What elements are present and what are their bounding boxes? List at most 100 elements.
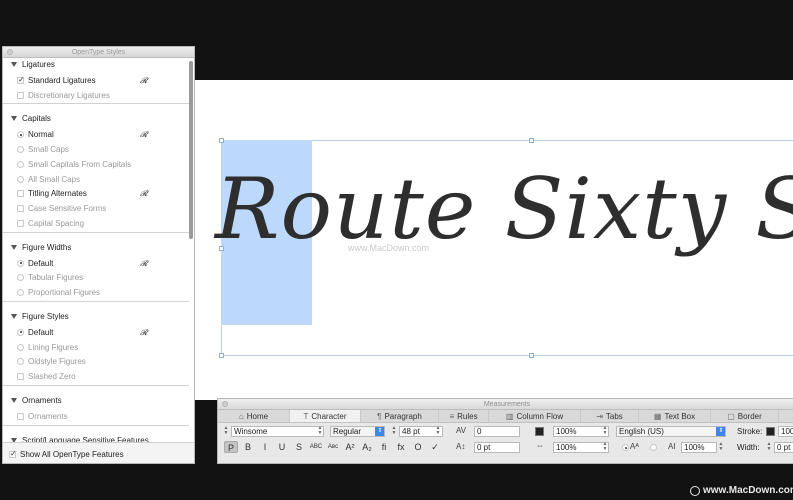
subscript-style-button[interactable]: A₂ [360, 441, 374, 453]
superior-style-button[interactable]: fx [394, 441, 408, 453]
tracking-field[interactable]: 0 [474, 426, 520, 437]
section-header[interactable]: Ornaments [11, 396, 62, 405]
stepper-icon[interactable]: ▲ ▼ [718, 442, 724, 453]
checkbox[interactable] [17, 373, 24, 381]
radio-button[interactable] [17, 131, 24, 139]
feature-option[interactable]: Discretionary Ligatures [17, 91, 110, 100]
stroke-color-swatch[interactable] [766, 427, 775, 436]
disclosure-triangle-icon[interactable] [11, 314, 17, 319]
disclosure-triangle-icon[interactable] [11, 116, 17, 122]
vertical-radio[interactable] [650, 444, 657, 451]
stepper-icon[interactable]: ▲ ▼ [391, 426, 397, 437]
chevron-down-icon[interactable]: ▲ ▼ [317, 426, 323, 437]
feature-option[interactable]: Capital Spacing [17, 219, 84, 228]
tab-column-flow[interactable]: ▥ Column Flow [489, 410, 581, 422]
checkbox[interactable] [9, 449, 17, 458]
section-header[interactable]: Figure Widths [11, 243, 71, 252]
scale-field[interactable]: 100% [553, 442, 609, 453]
feature-option[interactable]: All Small Caps [17, 175, 80, 184]
chevron-down-icon[interactable]: ⇕ [716, 427, 725, 436]
width-field[interactable]: 0 pt [774, 442, 793, 453]
chevron-down-icon[interactable]: ⇕ [375, 427, 384, 436]
tab-tabs[interactable]: ⇥ Tabs [581, 410, 639, 422]
tab-home[interactable]: ⌂ Home [218, 410, 290, 422]
panel-titlebar[interactable]: OpenType Styles [3, 47, 194, 58]
document-text[interactable]: Route Sixty Six [215, 160, 793, 290]
stepper-icon[interactable]: ▲ ▼ [766, 442, 772, 453]
radio-button[interactable] [17, 289, 24, 297]
section-header[interactable]: Capitals [11, 114, 51, 123]
disclosure-triangle-icon[interactable] [11, 244, 17, 250]
font-style-select[interactable]: Regular ⇕ [330, 426, 385, 437]
italic-style-button[interactable]: I [258, 441, 272, 453]
font-field[interactable]: Winsome [231, 426, 324, 437]
shade-field[interactable]: 100% [553, 426, 609, 437]
section-header[interactable]: Ligatures [11, 60, 55, 69]
radio-button[interactable] [17, 259, 24, 267]
feature-option[interactable]: Titling Alternates [17, 189, 87, 198]
stepper-icon[interactable]: ▲ ▼ [602, 442, 608, 453]
ligatures-style-button[interactable]: ﬁ [377, 441, 391, 453]
stepper-icon[interactable]: ▲ ▼ [602, 426, 608, 437]
feature-option[interactable]: Normal [17, 130, 54, 139]
feature-option[interactable]: Lining Figures [17, 343, 78, 352]
checkbox[interactable] [17, 412, 24, 420]
close-icon[interactable] [222, 401, 228, 407]
feature-option[interactable]: Slashed Zero [17, 372, 76, 381]
resize-handle-top[interactable] [529, 138, 534, 143]
radio-button[interactable] [17, 343, 24, 351]
radio-button[interactable] [17, 274, 24, 282]
radio-button[interactable] [17, 175, 24, 183]
checkbox[interactable] [17, 91, 24, 99]
radio-button[interactable] [17, 160, 24, 168]
baseline-shift-field[interactable]: 0 pt [474, 442, 520, 453]
shadow-style-button[interactable]: ✓ [428, 441, 442, 453]
feature-option[interactable]: Standard Ligatures [17, 75, 96, 85]
language-select[interactable]: English (US) ⇕ [616, 426, 726, 437]
resize-handle-tl[interactable] [219, 138, 224, 143]
all-caps-style-button[interactable]: ABC [309, 441, 323, 453]
feature-option[interactable]: Proportional Figures [17, 288, 100, 297]
tab-border[interactable]: ▢ Border [711, 410, 779, 422]
opacity-field[interactable]: 100% [681, 442, 717, 453]
radio-button[interactable] [17, 328, 24, 336]
checkbox[interactable] [17, 75, 25, 84]
feature-option[interactable]: Case Sensitive Forms [17, 204, 106, 213]
disclosure-triangle-icon[interactable] [11, 62, 17, 67]
outline-style-button[interactable]: O [411, 441, 425, 453]
stroke-field[interactable]: 100 [778, 426, 793, 437]
close-icon[interactable] [7, 49, 13, 55]
horizontal-radio[interactable] [622, 444, 629, 451]
radio-button[interactable] [17, 146, 24, 153]
bold-style-button[interactable]: B [241, 441, 255, 453]
superscript-style-button[interactable]: A² [343, 441, 357, 453]
show-all-features-toggle[interactable]: Show All OpenType Features [9, 449, 124, 459]
feature-option[interactable]: Default [17, 328, 53, 337]
color-swatch[interactable] [535, 427, 544, 436]
radio-button[interactable] [17, 358, 24, 366]
checkbox[interactable] [17, 205, 24, 213]
disclosure-triangle-icon[interactable] [11, 398, 17, 403]
scrollbar[interactable] [189, 61, 193, 239]
feature-option[interactable]: Small Caps [17, 145, 69, 154]
underline-style-button[interactable]: U [275, 441, 289, 453]
tab-rules[interactable]: ≡ Rules [439, 410, 489, 422]
feature-option[interactable]: Small Capitals From Capitals [17, 160, 131, 169]
checkbox[interactable] [17, 220, 24, 227]
strikethrough-style-button[interactable]: S [292, 441, 306, 453]
feature-option[interactable]: Tabular Figures [17, 273, 83, 282]
feature-option[interactable]: Default [17, 259, 53, 268]
tab-character[interactable]: T Character [290, 410, 361, 422]
tab-text-box[interactable]: ▦ Text Box [639, 410, 711, 422]
chevron-down-icon[interactable]: ▲ ▼ [435, 426, 441, 437]
panel-titlebar[interactable]: Measurements [218, 399, 793, 410]
checkbox[interactable] [17, 190, 24, 198]
plain-style-button[interactable]: P [224, 441, 238, 453]
feature-option[interactable]: Ornaments [17, 412, 68, 421]
stepper-icon[interactable]: ▲ ▼ [223, 426, 229, 437]
small-caps-style-button[interactable]: Aʙᴄ [326, 441, 340, 453]
section-header[interactable]: Figure Styles [11, 312, 69, 321]
tab-paragraph[interactable]: ¶ Paragraph [361, 410, 439, 422]
resize-handle-bl[interactable] [219, 353, 224, 358]
feature-option[interactable]: Oldstyle Figures [17, 357, 86, 366]
